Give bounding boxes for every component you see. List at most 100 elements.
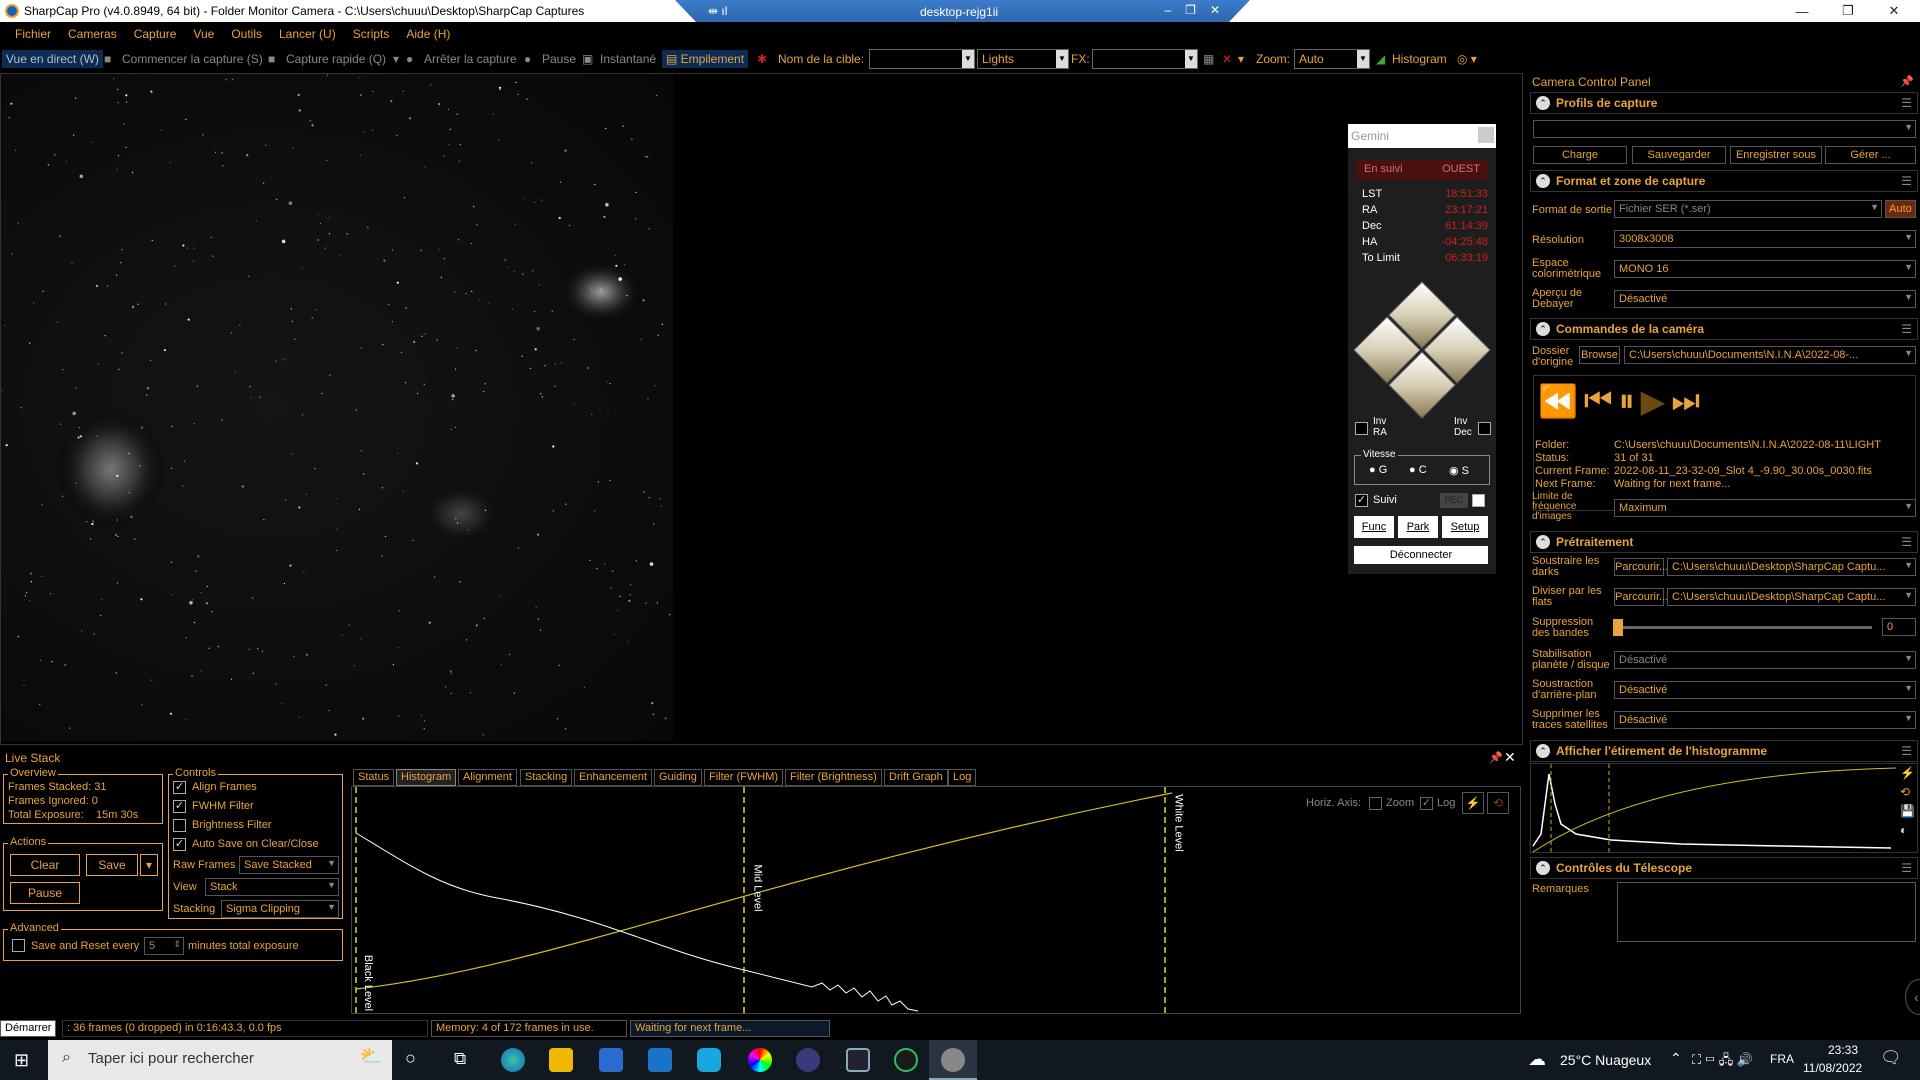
reset-stretch-icon[interactable]: ⟲ [1900,785,1915,799]
tab-guiding[interactable]: Guiding [654,769,702,786]
mail-icon[interactable] [648,1048,672,1072]
maximize-button[interactable]: ❐ [1825,0,1871,22]
tab-log[interactable]: Log [948,769,977,786]
store-icon[interactable] [599,1048,623,1072]
stack-histogram[interactable]: Horiz. Axis: Zoom ✓ Log ⚡ ⟲ Black Level … [351,786,1521,1015]
play-icon[interactable]: ▶ [1641,382,1666,420]
clock-date[interactable]: 11/08/2022 [1803,1061,1862,1075]
stop-capture-button[interactable]: Arrêter la capture [424,50,517,68]
tools-icon[interactable]: ◎ ▾ [1457,50,1477,68]
tab-filter-fwhm[interactable]: Filter (FWHM) [704,769,784,786]
stacking-method-select[interactable]: Sigma Clipping ▼ [221,900,339,918]
stellarium-icon[interactable] [796,1048,820,1072]
notes-textarea[interactable] [1617,882,1916,942]
output-format-select[interactable]: Fichier SER (*.ser) ▼ [1614,200,1882,218]
save-stretch-icon[interactable]: 💾 [1900,804,1915,818]
setup-button[interactable]: Setup [1442,516,1488,538]
zoom-dropdown-icon[interactable]: ▾ [1238,50,1244,68]
flats-input[interactable]: C:\Users\chuuu\Desktop\SharpCap Captu...… [1667,588,1916,606]
speed-g-radio[interactable]: ● G [1369,464,1387,476]
nina-icon[interactable] [894,1048,918,1072]
dropdown-arrow-icon[interactable]: ▾ [393,50,399,68]
disconnect-button[interactable]: Déconnecter [1354,546,1488,564]
folder-input[interactable]: C:\Users\chuuu\Documents\N.I.N.A\2022-08… [1624,346,1916,364]
rd-restore-icon[interactable]: ❐ [1185,3,1196,17]
file-explorer-icon[interactable] [549,1048,573,1072]
auto-stretch-icon[interactable]: ⚡ [1900,766,1915,780]
rd-minimize-icon[interactable]: – [1164,3,1171,17]
view-select[interactable]: Stack ▼ [205,878,339,896]
menu-cameras[interactable]: Cameras [60,22,126,46]
fwhm-filter-checkbox[interactable]: ✓ [173,800,186,813]
frame-rate-select[interactable]: Maximum ▼ [1614,499,1916,517]
tab-filter-brightness[interactable]: Filter (Brightness) [785,769,882,786]
fx-select[interactable]: ▼ [1092,49,1198,69]
func-button[interactable]: Func [1354,516,1394,538]
menu-aide[interactable]: Aide (H) [398,22,459,46]
teamviewer-icon[interactable] [697,1048,721,1072]
stacking-button[interactable]: ▤ Empilement [662,50,749,68]
inv-ra-checkbox[interactable] [1355,422,1368,435]
tab-status[interactable]: Status [353,769,395,786]
expand-panel-icon[interactable]: ‹ [1905,979,1920,1015]
speed-c-radio[interactable]: ● C [1409,464,1427,476]
debayer-select[interactable]: Désactivé ▼ [1614,290,1916,308]
save-profile-button[interactable]: Sauvegarder [1632,146,1726,164]
suivi-checkbox[interactable]: ✓ [1355,494,1368,507]
tab-histogram[interactable]: Histogram [396,769,457,786]
tab-stacking[interactable]: Stacking [520,769,573,786]
phd2-icon[interactable] [846,1048,870,1072]
inv-dec-checkbox[interactable] [1478,422,1491,435]
stabilization-select[interactable]: Désactivé ▼ [1614,651,1916,669]
menu-outils[interactable]: Outils [223,22,271,46]
format-section[interactable]: ⌃ Format et zone de capture ☰ [1530,170,1918,192]
snapshot-button[interactable]: Instantané [600,50,656,68]
task-view-icon[interactable]: ⧉ [454,1049,466,1069]
save-dropdown-icon[interactable]: ▾ [140,854,158,876]
pin-panel-icon[interactable]: 📌 [1900,75,1914,88]
clock-time[interactable]: 23:33 [1815,1043,1871,1057]
gemini-close-icon[interactable] [1478,127,1494,143]
grid-icon[interactable]: ▦ [1203,50,1214,68]
speed-s-radio[interactable]: ◉ S [1449,464,1469,477]
frame-type-select[interactable]: Lights ▼ [977,49,1069,69]
image-viewer[interactable] [0,73,1523,745]
colorspace-select[interactable]: MONO 16 ▼ [1614,260,1916,278]
zoom-select[interactable]: Auto ▼ [1294,49,1370,69]
rewind-icon[interactable]: ⏪ [1538,382,1578,420]
tab-enhancement[interactable]: Enhancement [574,769,652,786]
start-button[interactable]: Démarrer [0,1020,57,1037]
quick-capture-button[interactable]: Capture rapide (Q) [286,50,386,68]
raw-frames-select[interactable]: Save Stacked ▼ [239,856,339,874]
save-button[interactable]: Save [86,854,138,876]
windows-start-icon[interactable]: ⊞ [14,1050,29,1071]
pec-button[interactable]: PEC [1440,493,1468,508]
menu-lancer[interactable]: Lancer (U) [271,22,345,46]
pin-icon[interactable]: ⇹ ıl [708,4,727,18]
resolution-select[interactable]: 3008x3008 ▼ [1614,230,1916,248]
save-reset-checkbox[interactable] [12,939,25,952]
auto-button[interactable]: Auto [1885,200,1916,218]
tab-alignment[interactable]: Alignment [458,769,517,786]
autosave-checkbox[interactable]: ✓ [173,838,186,851]
load-profile-button[interactable]: Charge [1533,146,1627,164]
clear-button[interactable]: Clear [10,854,80,876]
start-capture-button[interactable]: Commencer la capture (S) [122,50,263,68]
target-input[interactable]: ▼ [869,49,975,69]
minutes-stepper[interactable]: 5 ⇕ [144,937,184,955]
live-view-button[interactable]: Vue en direct (W) [2,50,103,68]
darks-input[interactable]: C:\Users\chuuu\Desktop\SharpCap Captu...… [1667,558,1916,576]
edge-icon[interactable] [501,1048,525,1072]
sharpcap-taskbar-item[interactable] [929,1040,977,1080]
histogram-stretch-section[interactable]: ⌃ Afficher l'étirement de l'histogramme ☰ [1530,740,1918,762]
menu-fichier[interactable]: Fichier [7,22,60,46]
pause-stack-button[interactable]: Pause [10,882,80,904]
pause-button[interactable]: Pause [542,50,576,68]
reticle-icon[interactable]: ✕ [1222,50,1232,68]
previous-icon[interactable]: ⏮ [1584,382,1613,420]
menu-capture[interactable]: Capture [126,22,186,46]
camera-controls-section[interactable]: ⌃ Commandes de la caméra ☰ [1530,318,1918,340]
background-select[interactable]: Désactivé ▼ [1614,681,1916,699]
banding-slider-thumb[interactable] [1613,619,1623,636]
profile-select[interactable]: ▼ [1533,120,1916,138]
